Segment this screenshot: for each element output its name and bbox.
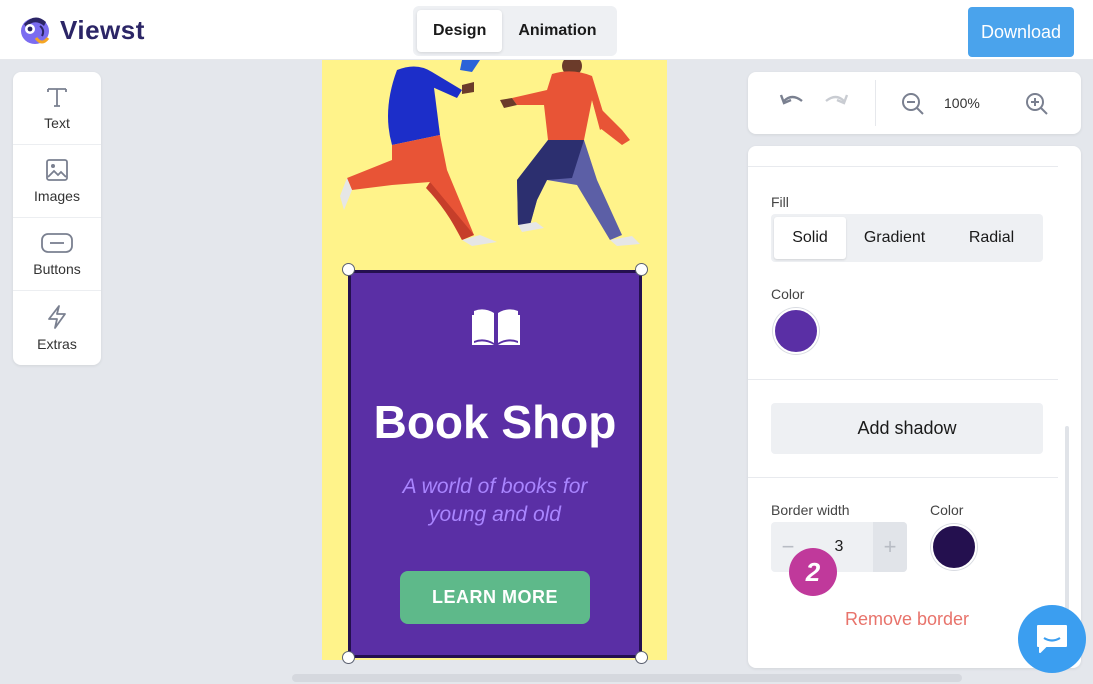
tool-extras[interactable]: Extras <box>13 291 101 364</box>
tool-panel: Text Images Buttons Extras <box>13 72 101 365</box>
fill-color-swatch[interactable] <box>773 308 819 354</box>
chat-button[interactable] <box>1018 605 1086 673</box>
border-width-label: Border width <box>771 502 850 518</box>
zoom-divider <box>875 80 876 126</box>
divider <box>748 477 1058 478</box>
tool-text[interactable]: Text <box>13 72 101 145</box>
fill-color-label: Color <box>771 286 805 302</box>
border-color-swatch[interactable] <box>931 524 977 570</box>
card-title[interactable]: Book Shop <box>351 395 639 449</box>
fill-tab-solid[interactable]: Solid <box>774 217 846 259</box>
undo-button[interactable] <box>778 91 806 120</box>
mode-tabs: Design Animation <box>413 6 617 56</box>
fill-type-tabs: Solid Gradient Radial <box>771 214 1043 262</box>
tab-animation[interactable]: Animation <box>502 10 612 52</box>
add-shadow-button[interactable]: Add shadow <box>771 403 1043 454</box>
canvas-horizontal-scrollbar[interactable] <box>292 674 962 682</box>
fill-label: Fill <box>771 194 789 210</box>
resize-handle-bottom-left[interactable] <box>342 651 355 664</box>
undo-icon <box>779 94 803 105</box>
fill-tab-gradient[interactable]: Gradient <box>846 217 943 259</box>
tool-buttons[interactable]: Buttons <box>13 218 101 291</box>
chameleon-logo-icon <box>21 17 50 44</box>
download-button[interactable]: Download <box>968 7 1074 57</box>
tool-images-label: Images <box>34 188 80 204</box>
increment-button[interactable]: + <box>873 522 907 572</box>
tool-text-label: Text <box>44 115 70 131</box>
text-icon <box>47 88 67 107</box>
lightning-icon <box>48 304 66 329</box>
resize-handle-top-left[interactable] <box>342 263 355 276</box>
learn-more-button[interactable]: LEARN MORE <box>400 571 590 624</box>
tab-design[interactable]: Design <box>417 10 503 52</box>
remove-border-link[interactable]: Remove border <box>748 609 1066 630</box>
tool-images[interactable]: Images <box>13 145 101 218</box>
step-badge: 2 <box>789 548 837 596</box>
logo[interactable]: Viewst <box>18 12 145 48</box>
chat-icon <box>1037 625 1067 653</box>
resize-handle-bottom-right[interactable] <box>635 651 648 664</box>
open-book-icon <box>472 309 520 345</box>
tool-extras-label: Extras <box>37 335 77 352</box>
resize-handle-top-right[interactable] <box>635 263 648 276</box>
fill-tab-radial[interactable]: Radial <box>943 217 1040 259</box>
button-icon <box>41 233 73 253</box>
zoom-out-button[interactable] <box>901 92 925 121</box>
people-illustration <box>340 60 640 246</box>
border-color-label: Color <box>930 502 964 518</box>
zoom-out-icon <box>902 93 924 115</box>
zoom-in-icon <box>1026 93 1048 115</box>
app-name: Viewst <box>60 14 145 45</box>
book-shop-card[interactable]: Book Shop A world of books for young and… <box>348 270 642 658</box>
zoom-in-button[interactable] <box>1025 92 1049 121</box>
card-subtitle[interactable]: A world of books for young and old <box>351 473 639 529</box>
tool-buttons-label: Buttons <box>33 261 81 277</box>
divider <box>748 166 1058 167</box>
divider <box>748 379 1058 380</box>
zoom-level: 100% <box>944 95 980 111</box>
top-bar: Viewst Design Animation Download <box>0 0 1093 60</box>
redo-button[interactable] <box>822 91 850 120</box>
history-zoom-panel: 100% <box>748 72 1081 134</box>
image-icon <box>46 159 68 181</box>
redo-icon <box>825 94 849 105</box>
